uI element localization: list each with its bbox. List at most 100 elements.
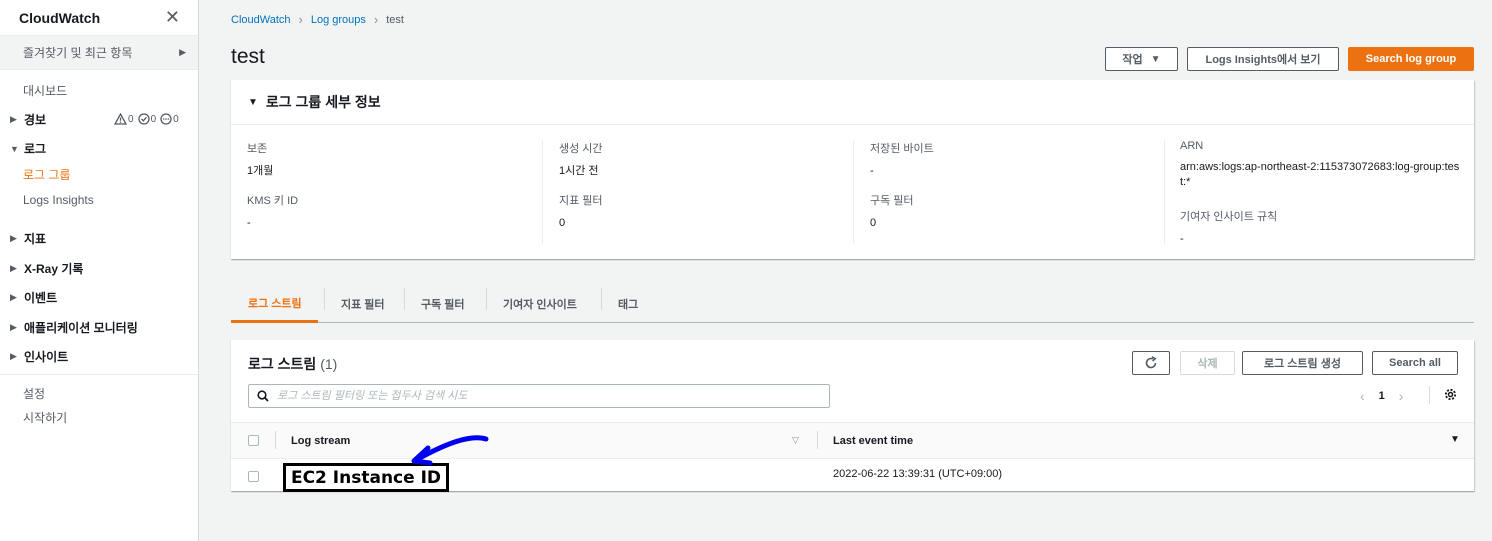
select-all-checkbox[interactable] [248,435,259,446]
insufficient-count: 0 [160,113,179,125]
refresh-button[interactable] [1132,351,1170,375]
breadcrumb-current: test [386,13,404,26]
caret-right-icon: ▶ [10,263,17,273]
subscription-filters-field: 구독 필터 0 [870,192,914,231]
log-streams-count: (1) [320,356,338,372]
view-in-logs-insights-button[interactable]: Logs Insights에서 보기 [1187,47,1339,71]
tab-subscription-filters[interactable]: 구독 필터 [421,285,465,322]
sidebar-item-log-groups[interactable]: 로그 그룹 [23,166,71,183]
breadcrumb-log-groups[interactable]: Log groups [311,14,366,26]
metric-filters-label: 지표 필터 [559,195,603,207]
column-divider [275,431,276,449]
sidebar-item-logs[interactable]: ▼ 로그 [10,140,46,157]
sidebar-item-label: 애플리케이션 모니터링 [24,321,138,335]
sidebar-item-xray[interactable]: ▶ X-Ray 기록 [10,260,83,277]
ellipsis-circle-icon [160,113,172,125]
search-all-button[interactable]: Search all [1372,351,1458,375]
sidebar-header: CloudWatch ✕ [0,0,198,36]
log-stream-search[interactable] [248,384,830,408]
kms-field: KMS 키 ID - [247,192,298,231]
column-divider [542,140,543,244]
search-input[interactable] [277,390,817,402]
sidebar-item-alarms[interactable]: ▶ 경보 [10,111,46,128]
sidebar-item-getting-started[interactable]: 시작하기 [23,409,67,426]
tab-log-streams[interactable]: 로그 스트림 [231,285,318,323]
kms-value: - [247,217,251,229]
caret-right-icon: ▶ [10,233,17,243]
tab-divider [324,288,325,310]
stored-bytes-field: 저장된 바이트 - [870,140,934,179]
sort-icon[interactable]: ▽ [792,435,799,446]
sidebar-item-settings[interactable]: 설정 [23,385,45,402]
row-checkbox[interactable] [248,471,259,482]
close-icon[interactable]: ✕ [165,7,180,28]
ok-count: 0 [137,113,156,125]
actions-dropdown-button[interactable]: 작업 ▼ [1105,47,1178,71]
log-streams-title-text: 로그 스트림 [248,356,317,372]
contributor-rules-label: 기여자 인사이트 규칙 [1180,211,1278,223]
details-header[interactable]: ▼ 로그 그룹 세부 정보 [231,80,1474,125]
sidebar-item-logs-insights[interactable]: Logs Insights [23,193,94,207]
sidebar-title[interactable]: CloudWatch [19,10,100,26]
sidebar-item-label: X-Ray 기록 [24,262,84,276]
breadcrumb-cloudwatch[interactable]: CloudWatch [231,14,291,26]
created-label: 생성 시간 [559,143,603,155]
sidebar-item-app-monitoring[interactable]: ▶ 애플리케이션 모니터링 [10,319,138,336]
caret-right-icon: ▶ [10,292,17,302]
chevron-right-icon: › [298,12,303,27]
create-log-stream-button[interactable]: 로그 스트림 생성 [1242,351,1363,375]
subscription-filters-label: 구독 필터 [870,195,914,207]
search-log-group-button[interactable]: Search log group [1348,47,1474,71]
caret-right-icon: ▶ [10,114,17,124]
sidebar-item-label: 인사이트 [24,350,69,364]
search-icon [257,390,269,402]
tab-tags[interactable]: 태그 [618,285,638,322]
breadcrumb: CloudWatch › Log groups › test [231,12,404,27]
metric-filters-value: 0 [559,217,566,229]
settings-gear-icon[interactable] [1444,388,1457,404]
subscription-filters-value: 0 [870,217,877,229]
contributor-rules-value: - [1180,233,1184,245]
column-divider [817,431,818,449]
sidebar-item-label: 경보 [24,113,47,127]
tab-contributor-insights[interactable]: 기여자 인사이트 [503,285,577,322]
details-title: 로그 그룹 세부 정보 [265,94,381,110]
sidebar: CloudWatch ✕ 즐겨찾기 및 최근 항목 ▶ 대시보드 ▶ 경보 0 … [0,0,199,541]
delete-button[interactable]: 삭제 [1180,351,1235,375]
annotation-arrow-icon [411,435,489,466]
retention-label: 보존 [247,143,268,155]
sidebar-item-events[interactable]: ▶ 이벤트 [10,289,57,306]
tab-divider [486,288,487,310]
pager-divider [1429,386,1430,404]
kms-label: KMS 키 ID [247,195,299,207]
page-number[interactable]: 1 [1379,390,1385,402]
favorites-section[interactable]: 즐겨찾기 및 최근 항목 ▶ [0,36,198,70]
contributor-rules-field: 기여자 인사이트 규칙 - [1180,208,1277,247]
stored-bytes-label: 저장된 바이트 [870,143,934,155]
sidebar-item-metrics[interactable]: ▶ 지표 [10,230,46,247]
sidebar-item-dashboard[interactable]: 대시보드 [23,82,67,99]
row-last-event-time: 2022-06-22 13:39:31 (UTC+09:00) [833,468,1003,480]
warning-icon [114,113,127,125]
sort-descending-icon[interactable]: ▼ [1450,434,1460,445]
actions-label: 작업 [1122,54,1143,66]
column-header-log-stream[interactable]: Log stream [291,422,350,459]
arn-value: arn:aws:logs:ap-northeast-2:115373072683… [1180,161,1460,188]
favorites-label: 즐겨찾기 및 최근 항목 [23,46,133,60]
sidebar-item-label: 이벤트 [24,291,58,305]
column-header-last-event-time[interactable]: Last event time [833,422,913,459]
sidebar-item-label: 로그 [24,142,47,156]
log-group-details-panel: ▼ 로그 그룹 세부 정보 보존 1개월 KMS 키 ID - 생성 시간 1시… [231,80,1474,259]
column-divider [853,140,854,244]
tab-divider [601,288,602,310]
tab-divider [404,288,405,310]
sidebar-item-insights[interactable]: ▶ 인사이트 [10,348,68,365]
sidebar-item-label: 지표 [24,232,47,246]
chevron-left-icon[interactable]: ‹ [1360,388,1365,404]
tab-metric-filters[interactable]: 지표 필터 [341,285,385,322]
chevron-right-icon[interactable]: › [1399,388,1404,404]
arn-field: ARN arn:aws:logs:ap-northeast-2:11537307… [1180,140,1460,190]
caret-down-icon: ▼ [10,143,19,154]
page-title: test [231,45,265,68]
arn-label: ARN [1180,140,1204,152]
